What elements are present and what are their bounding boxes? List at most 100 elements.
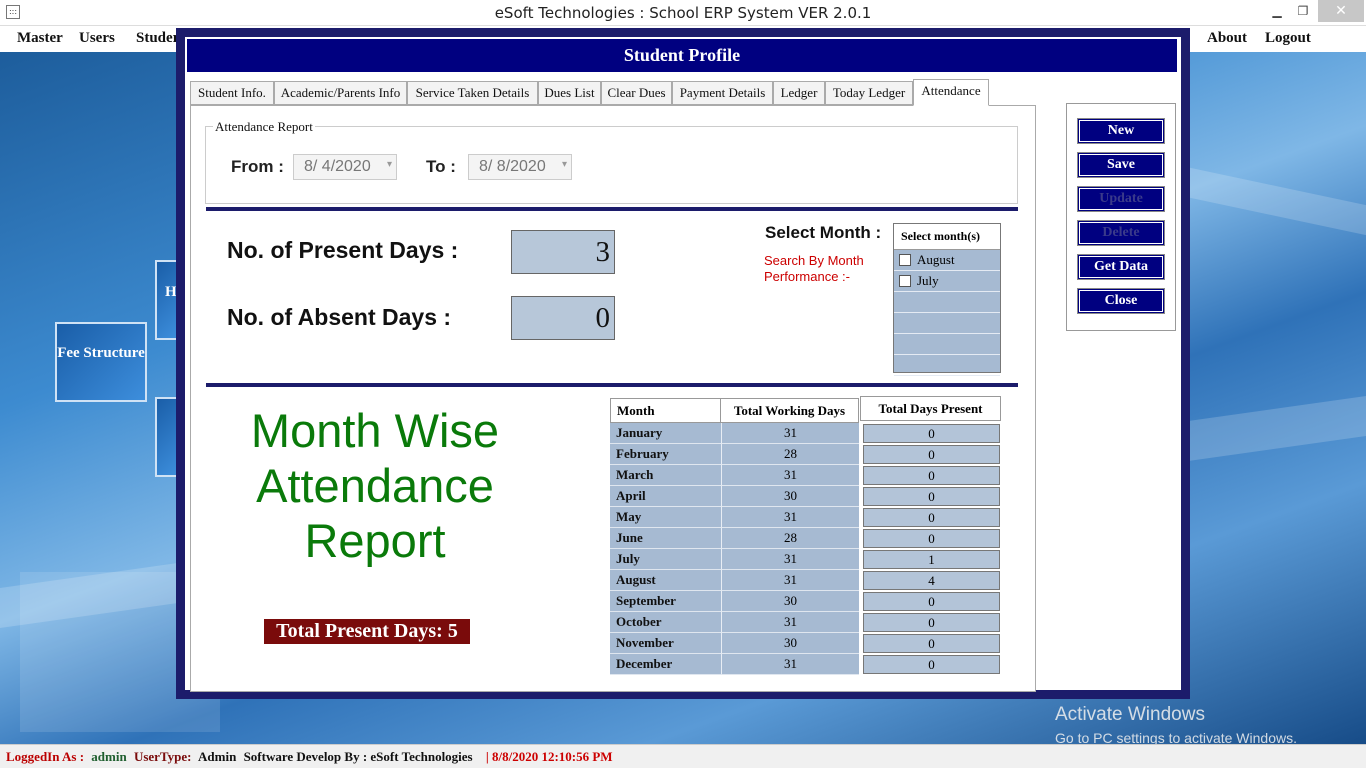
group-title: Attendance Report xyxy=(213,119,315,135)
tab-ledger[interactable]: Ledger xyxy=(773,81,825,105)
update-button[interactable]: Update xyxy=(1077,186,1165,212)
to-date-value: 8/ 8/2020 xyxy=(479,158,546,175)
to-label: To : xyxy=(426,157,456,176)
cell-month[interactable]: July xyxy=(610,549,721,570)
month-option-label: July xyxy=(917,273,939,288)
empty-row xyxy=(894,334,1000,355)
menu-logout[interactable]: Logout xyxy=(1265,30,1311,47)
get-data-button[interactable]: Get Data xyxy=(1077,254,1165,280)
cell-days-present[interactable]: 0 xyxy=(863,445,1000,464)
month-option[interactable]: July xyxy=(894,271,1000,292)
cell-month[interactable]: March xyxy=(610,465,721,486)
cell-working-days[interactable]: 28 xyxy=(721,444,859,465)
section-divider xyxy=(206,207,1018,211)
tab-clear-dues[interactable]: Clear Dues xyxy=(601,81,672,105)
cell-month[interactable]: August xyxy=(610,570,721,591)
chevron-down-icon[interactable]: ▾ xyxy=(562,159,567,170)
tab-service-taken[interactable]: Service Taken Details xyxy=(407,81,538,105)
search-by-month-hint: Search By Month Performance :- xyxy=(764,253,864,284)
cell-days-present[interactable]: 0 xyxy=(863,634,1000,653)
menu-master[interactable]: Master xyxy=(17,30,63,47)
present-days-value: 3 xyxy=(511,230,615,274)
tab-payment-details[interactable]: Payment Details xyxy=(672,81,773,105)
cell-working-days[interactable]: 31 xyxy=(721,507,859,528)
section-divider xyxy=(206,383,1018,387)
tab-academic-parents[interactable]: Academic/Parents Info xyxy=(274,81,407,105)
cell-working-days[interactable]: 30 xyxy=(721,486,859,507)
month-option-label: August xyxy=(917,252,955,267)
window-title: eSoft Technologies : School ERP System V… xyxy=(494,4,872,22)
cell-days-present[interactable]: 0 xyxy=(863,655,1000,674)
cell-days-present[interactable]: 0 xyxy=(863,466,1000,485)
checkbox-icon[interactable] xyxy=(899,254,911,266)
menu-students[interactable]: Studer xyxy=(136,30,179,47)
from-label: From : xyxy=(231,157,284,176)
watermark-subtitle: Go to PC settings to activate Windows. xyxy=(1055,730,1297,744)
close-icon[interactable]: ✕ xyxy=(1318,0,1364,22)
save-button[interactable]: Save xyxy=(1077,152,1165,178)
tab-dues-list[interactable]: Dues List xyxy=(538,81,601,105)
cell-working-days[interactable]: 30 xyxy=(721,591,859,612)
cell-working-days[interactable]: 31 xyxy=(721,549,859,570)
close-button[interactable]: Close xyxy=(1077,288,1165,314)
cell-month[interactable]: September xyxy=(610,591,721,612)
developer-credit: Software Develop By : eSoft Technologies xyxy=(243,749,473,764)
column-header-days-present[interactable]: Total Days Present xyxy=(860,396,1001,421)
cell-month[interactable]: May xyxy=(610,507,721,528)
cell-working-days[interactable]: 31 xyxy=(721,570,859,591)
title-bar: ::: eSoft Technologies : School ERP Syst… xyxy=(0,0,1366,26)
cell-working-days[interactable]: 30 xyxy=(721,633,859,654)
action-panel: New Save Update Delete Get Data Close xyxy=(1066,103,1176,331)
fee-structure-tile[interactable]: Fee Structure xyxy=(55,322,147,402)
cell-working-days[interactable]: 28 xyxy=(721,528,859,549)
cell-month[interactable]: October xyxy=(610,612,721,633)
cell-month[interactable]: November xyxy=(610,633,721,654)
to-date-picker[interactable]: 8/ 8/2020 ▾ xyxy=(468,154,572,180)
tab-attendance[interactable]: Attendance xyxy=(913,79,989,106)
tab-student-info[interactable]: Student Info. xyxy=(190,81,274,105)
attendance-report-group: Attendance Report From : 8/ 4/2020 ▾ To … xyxy=(205,119,1018,204)
total-present-days: Total Present Days: 5 xyxy=(264,619,470,644)
cell-days-present[interactable]: 4 xyxy=(863,571,1000,590)
tab-today-ledger[interactable]: Today Ledger xyxy=(825,81,913,105)
cell-days-present[interactable]: 0 xyxy=(863,592,1000,611)
delete-button[interactable]: Delete xyxy=(1077,220,1165,246)
column-header-working-days[interactable]: Total Working Days xyxy=(720,398,859,423)
cell-working-days[interactable]: 31 xyxy=(721,654,859,675)
status-datetime: | 8/8/2020 12:10:56 PM xyxy=(485,749,613,764)
cell-month[interactable]: January xyxy=(610,423,721,444)
checkbox-icon[interactable] xyxy=(899,275,911,287)
logged-in-user: admin xyxy=(91,749,127,764)
menu-about[interactable]: About xyxy=(1207,30,1247,47)
month-checklist[interactable]: Select month(s) August July xyxy=(893,223,1001,376)
new-button[interactable]: New xyxy=(1077,118,1165,144)
minimize-icon[interactable]: ▁ xyxy=(1264,0,1290,22)
cell-working-days[interactable]: 31 xyxy=(721,612,859,633)
from-date-value: 8/ 4/2020 xyxy=(304,158,371,175)
tile-label: H xyxy=(165,284,177,300)
cell-working-days[interactable]: 31 xyxy=(721,465,859,486)
cell-working-days[interactable]: 31 xyxy=(721,423,859,444)
cell-days-present[interactable]: 0 xyxy=(863,508,1000,527)
fee-structure-label: Fee Structure xyxy=(57,345,145,361)
empty-row xyxy=(894,292,1000,313)
month-option[interactable]: August xyxy=(894,250,1000,271)
cell-days-present[interactable]: 0 xyxy=(863,613,1000,632)
cell-month[interactable]: December xyxy=(610,654,721,675)
cell-month[interactable]: June xyxy=(610,528,721,549)
month-list-header: Select month(s) xyxy=(894,224,1000,250)
watermark-title: Activate Windows xyxy=(1055,704,1205,725)
cell-days-present[interactable]: 0 xyxy=(863,487,1000,506)
absent-days-label: No. of Absent Days : xyxy=(227,304,452,330)
from-date-picker[interactable]: 8/ 4/2020 ▾ xyxy=(293,154,397,180)
column-header-month[interactable]: Month xyxy=(610,398,721,423)
chevron-down-icon[interactable]: ▾ xyxy=(387,159,392,170)
cell-month[interactable]: February xyxy=(610,444,721,465)
cell-days-present[interactable]: 0 xyxy=(863,424,1000,443)
student-profile-dialog: Student Profile Student Info. Academic/P… xyxy=(176,28,1190,699)
cell-days-present[interactable]: 1 xyxy=(863,550,1000,569)
menu-users[interactable]: Users xyxy=(79,30,115,47)
cell-days-present[interactable]: 0 xyxy=(863,529,1000,548)
restore-icon[interactable]: ❐ xyxy=(1290,0,1316,22)
cell-month[interactable]: April xyxy=(610,486,721,507)
